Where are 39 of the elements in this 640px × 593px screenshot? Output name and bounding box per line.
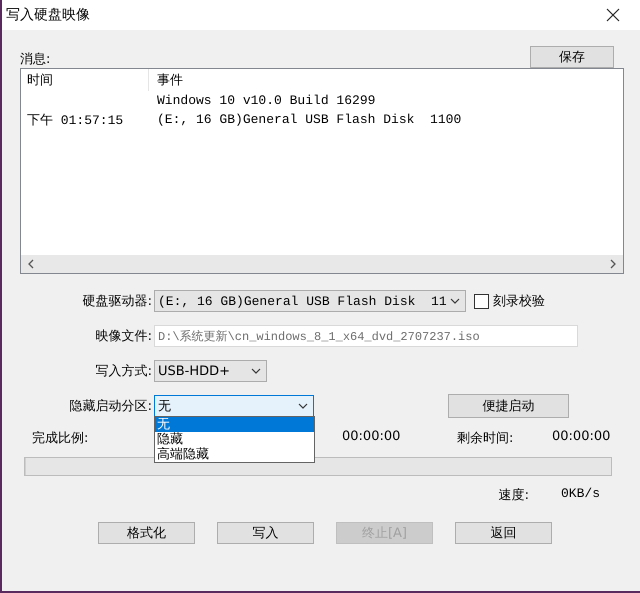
checkbox[interactable]: 刻录校验 <box>474 292 545 310</box>
quick-boot-button[interactable]: 便捷启动 <box>448 394 569 418</box>
messages-label: 消息: <box>20 51 50 68</box>
chevron-down-icon <box>298 403 308 409</box>
speed-label: 速度: <box>498 487 529 504</box>
dialog-button[interactable]: 返回 <box>455 522 552 544</box>
table-cell-text: (E:, 16 GB)General USB Flash Disk 1100 <box>156 112 462 127</box>
dropdown[interactable]: (E:, 16 GB)General USB Flash Disk 11 <box>154 290 466 312</box>
dropdown-option[interactable]: 无 <box>155 417 314 432</box>
dropdown[interactable]: 无 <box>154 395 314 417</box>
field-label: 写入方式: <box>94 363 153 380</box>
column-header[interactable]: 事件 <box>149 71 183 89</box>
dropdown-value: (E:, 16 GB)General USB Flash Disk 11 <box>158 294 447 308</box>
speed-value: 0KB/s <box>560 486 600 503</box>
chevron-down-icon <box>450 298 460 304</box>
field-label: 硬盘驱动器: <box>82 293 153 310</box>
field-label: 隐藏启动分区: <box>68 398 153 415</box>
elapsed-time: 00:00:00 <box>342 429 400 444</box>
remaining-label: 剩余时间: <box>457 430 514 447</box>
remaining-time: 00:00:00 <box>552 429 610 444</box>
dialog-button[interactable]: 格式化 <box>98 522 195 544</box>
scrollbar[interactable] <box>21 255 623 273</box>
dialog-button[interactable]: 写入 <box>217 522 314 544</box>
close-icon[interactable] <box>606 8 620 22</box>
dropdown-value: USB-HDD+ <box>158 364 230 378</box>
scroll-left-icon[interactable] <box>27 259 35 269</box>
field-label: 映像文件: <box>94 328 153 345</box>
dropdown-option[interactable]: 隐藏 <box>155 432 314 447</box>
dropdown-value: 无 <box>158 398 171 415</box>
window-title: 写入硬盘映像 <box>6 6 90 24</box>
chevron-down-icon <box>251 368 261 374</box>
table-cell-text: Windows 10 v10.0 Build 16299 <box>156 93 376 108</box>
save-button[interactable]: 保存 <box>530 46 614 68</box>
dropdown[interactable]: USB-HDD+ <box>154 360 267 382</box>
table-cell: 下午 01:57:15 <box>27 112 124 128</box>
completion-label: 完成比例: <box>32 430 88 447</box>
scroll-right-icon[interactable] <box>609 259 617 269</box>
column-header[interactable]: 时间 <box>21 69 149 91</box>
dropdown-option[interactable]: 高端隐藏 <box>155 447 314 462</box>
